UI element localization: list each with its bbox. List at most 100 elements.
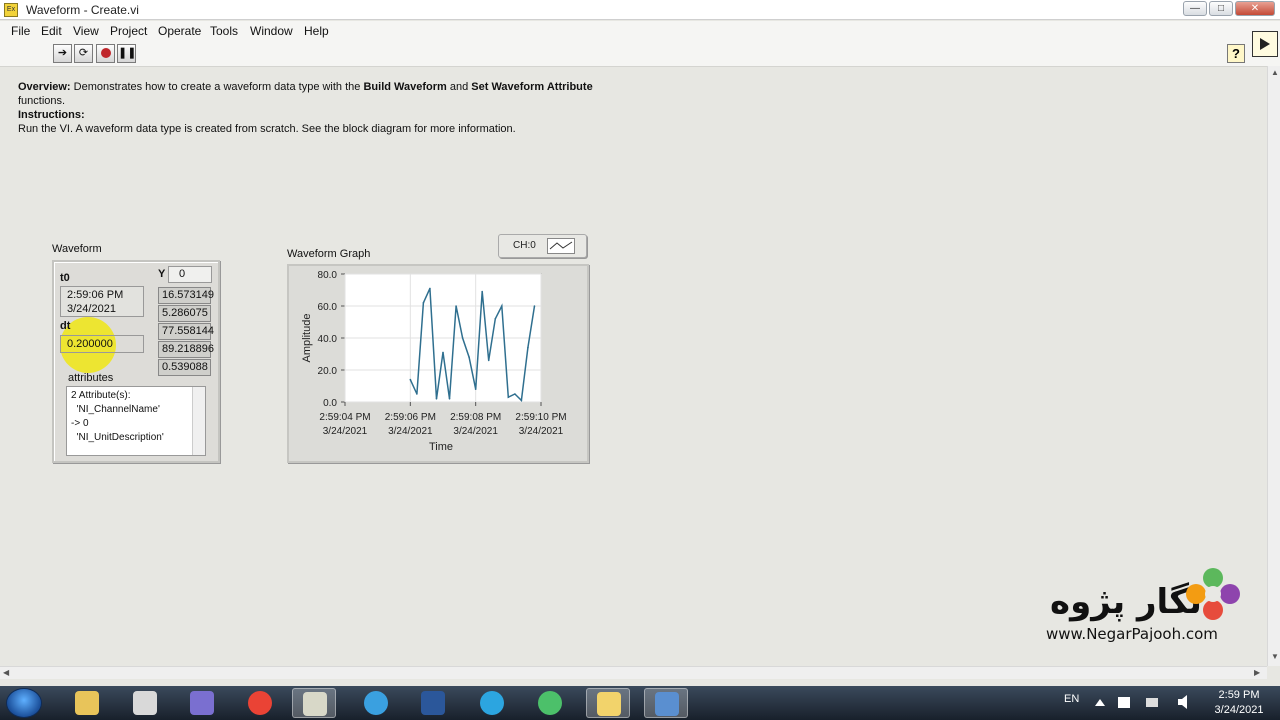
start-button[interactable] <box>6 688 42 718</box>
set-attribute-text: Set Waveform Attribute <box>471 81 593 93</box>
title-bar: Ex Waveform - Create.vi — □ ✕ <box>0 0 1280 20</box>
watermark-persian-text: نگار پژوه <box>1050 582 1202 622</box>
menu-project[interactable]: Project <box>110 24 147 38</box>
maximize-button[interactable]: □ <box>1209 1 1233 16</box>
attributes-listbox[interactable]: 2 Attribute(s): 'NI_ChannelName' -> 0 'N… <box>66 386 206 456</box>
network-icon <box>1146 698 1158 707</box>
horizontal-scrollbar[interactable]: ◀ ▶ <box>0 666 1267 679</box>
t0-time: 2:59:06 PM <box>67 289 124 301</box>
attribute-line: 2 Attribute(s): <box>71 390 131 401</box>
attribute-line: -> 0 <box>71 418 89 429</box>
abort-icon[interactable] <box>96 44 115 63</box>
dt-indicator[interactable]: 0.200000 <box>60 335 144 353</box>
taskbar-search-app-button[interactable] <box>644 688 688 718</box>
taskbar-word-button[interactable] <box>411 688 455 718</box>
taskbar-chrome-button[interactable] <box>238 688 282 718</box>
data-point <box>533 305 536 307</box>
plot-legend[interactable]: CH:0 <box>498 234 587 258</box>
overview-label: Overview: <box>18 81 71 93</box>
search-app-icon <box>655 692 679 716</box>
x-tick-date-label: 3/24/2021 <box>388 426 433 437</box>
taskbar-explorer-button[interactable] <box>65 688 109 718</box>
show-hidden-icon <box>1095 699 1105 706</box>
y-value-cell: 5.286075 <box>158 305 211 322</box>
language-indicator[interactable]: EN <box>1064 693 1079 705</box>
y-index-control[interactable]: 0 <box>168 266 212 283</box>
overview-text-2: functions. <box>18 95 66 107</box>
menu-view[interactable]: View <box>73 24 99 38</box>
x-tick-label: 2:59:06 PM <box>385 412 436 423</box>
menu-operate[interactable]: Operate <box>158 24 201 38</box>
telegram-alt-icon <box>538 691 562 715</box>
t0-label: t0 <box>60 272 70 284</box>
tray-icons <box>1095 695 1187 709</box>
taskbar-folder-button[interactable] <box>586 688 630 718</box>
y-tick-label: 40.0 <box>318 334 338 345</box>
telegram-icon <box>480 691 504 715</box>
y-tick-label: 0.0 <box>323 398 337 409</box>
taskbar-telegram-button[interactable] <box>470 688 514 718</box>
data-point <box>455 305 457 307</box>
y-value-cell: 77.558144 <box>158 323 214 340</box>
toolbar: ➔ ⟳ ❚❚ <box>0 41 1280 67</box>
action-center-icon <box>1118 697 1130 708</box>
data-point <box>474 388 477 390</box>
attributes-scrollbar[interactable] <box>192 387 205 455</box>
y-tick-label: 80.0 <box>318 270 338 281</box>
volume-icon <box>1178 695 1187 709</box>
folder-icon <box>597 692 621 716</box>
taskbar-media-button[interactable] <box>180 688 224 718</box>
run-continuously-icon[interactable]: ⟳ <box>74 44 93 63</box>
menu-bar: File Edit View Project Operate Tools Win… <box>0 21 1280 41</box>
taskbar-clock[interactable]: 2:59 PM 3/24/2021 <box>1204 688 1274 718</box>
menu-help[interactable]: Help <box>304 24 329 38</box>
legend-swatch-icon <box>547 238 575 254</box>
menu-file[interactable]: File <box>11 24 30 38</box>
taskbar-globe-button[interactable] <box>354 688 398 718</box>
data-point <box>429 287 431 290</box>
menu-tools[interactable]: Tools <box>210 24 238 38</box>
menu-edit[interactable]: Edit <box>41 24 62 38</box>
instructions-text: Run the VI. A waveform data type is crea… <box>18 123 516 135</box>
pause-icon[interactable]: ❚❚ <box>117 44 136 63</box>
taskbar-labview-button[interactable] <box>292 688 336 718</box>
menu-window[interactable]: Window <box>250 24 293 38</box>
data-point <box>461 337 464 339</box>
t0-indicator[interactable]: 2:59:06 PM 3/24/2021 <box>60 286 144 317</box>
taskbar-calendar-button[interactable] <box>123 688 167 718</box>
data-point <box>520 399 523 402</box>
close-button[interactable]: ✕ <box>1235 1 1275 16</box>
context-help-button[interactable]: ? <box>1227 44 1245 63</box>
x-tick-date-label: 3/24/2021 <box>323 426 368 437</box>
run-icon[interactable]: ➔ <box>53 44 72 63</box>
waveform-graph[interactable]: 0.0 20.0 40.0 60.0 80.0 2:59:04 PM 3/24/2021 2:… <box>280 262 600 472</box>
clock-date: 3/24/2021 <box>1214 704 1264 716</box>
vi-description: Overview: Demonstrates how to create a w… <box>18 80 638 136</box>
media-icon <box>190 691 214 715</box>
and-text: and <box>446 81 472 93</box>
data-point <box>442 351 444 354</box>
watermark-url: www.NegarPajooh.com <box>1046 625 1218 643</box>
data-point <box>514 393 516 395</box>
x-tick-date-label: 3/24/2021 <box>453 426 498 437</box>
vertical-scrollbar[interactable]: ▲ ▼ <box>1267 66 1280 666</box>
y-value-cell: 89.218896 <box>158 341 214 358</box>
attribute-line: 'NI_UnitDescription' <box>71 432 164 443</box>
build-waveform-text: Build Waveform <box>363 81 447 93</box>
data-point <box>409 378 412 381</box>
explorer-icon <box>75 691 99 715</box>
chrome-icon <box>248 691 272 715</box>
waveform-label: Waveform <box>52 243 102 255</box>
instructions-label: Instructions: <box>18 109 85 121</box>
minimize-button[interactable]: — <box>1183 1 1207 16</box>
negarpajooh-logo-icon <box>1186 568 1240 620</box>
window-title: Waveform - Create.vi <box>26 3 139 17</box>
taskbar-telegram-alt-button[interactable] <box>528 688 572 718</box>
word-icon <box>421 691 445 715</box>
data-point <box>416 393 418 395</box>
data-point <box>494 318 497 320</box>
legend-label: CH:0 <box>513 240 536 251</box>
x-tick-label: 2:59:04 PM <box>319 412 370 423</box>
x-tick-label: 2:59:08 PM <box>450 412 501 423</box>
data-point <box>481 290 483 293</box>
